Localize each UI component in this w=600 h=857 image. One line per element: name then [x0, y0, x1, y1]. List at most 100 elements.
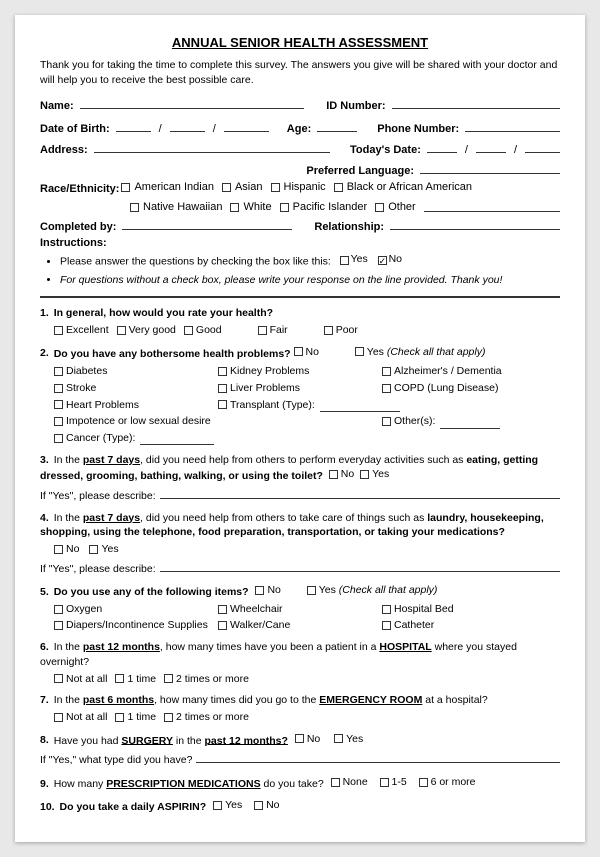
- dob-month[interactable]: [116, 118, 151, 132]
- q7-2-times[interactable]: 2 times or more: [164, 710, 249, 725]
- q10-yes[interactable]: Yes: [213, 798, 242, 813]
- q8-yes[interactable]: Yes: [334, 732, 363, 747]
- question-3: 3. In the past 7 days, did you need help…: [40, 453, 560, 504]
- q9-none[interactable]: None: [331, 775, 368, 790]
- cb-pacific-islander[interactable]: [280, 203, 289, 212]
- q7-not-at-all[interactable]: Not at all: [54, 710, 107, 725]
- q5-no[interactable]: No: [255, 583, 280, 598]
- opt-wheelchair[interactable]: Wheelchair: [218, 602, 378, 617]
- opt-catheter[interactable]: Catheter: [382, 618, 542, 633]
- q6-2-times[interactable]: 2 times or more: [164, 672, 249, 687]
- cb-asian[interactable]: [222, 183, 231, 192]
- opt-diabetes[interactable]: Diabetes: [54, 364, 214, 379]
- race-row-2: Native Hawaiian White Pacific Islander O…: [40, 198, 560, 214]
- instructions-list: Please answer the questions by checking …: [40, 252, 560, 288]
- q7-1-time[interactable]: 1 time: [115, 710, 156, 725]
- name-input[interactable]: [80, 95, 305, 109]
- todays-date-label: Today's Date:: [350, 144, 421, 156]
- race-pacific-islander[interactable]: Pacific Islander: [280, 201, 368, 213]
- opt-excellent[interactable]: Excellent: [54, 323, 109, 338]
- dob-year[interactable]: [224, 118, 269, 132]
- page-title: ANNUAL SENIOR HEALTH ASSESSMENT: [40, 35, 560, 50]
- race-other-input[interactable]: [424, 198, 560, 212]
- race-asian[interactable]: Asian: [222, 181, 263, 193]
- race-white[interactable]: White: [230, 201, 271, 213]
- dob-day[interactable]: [170, 118, 205, 132]
- race-native-hawaiian[interactable]: Native Hawaiian: [130, 201, 222, 213]
- q2-yes[interactable]: Yes (Check all that apply): [355, 345, 486, 360]
- opt-stroke[interactable]: Stroke: [54, 381, 214, 396]
- cb-american-indian[interactable]: [121, 183, 130, 192]
- opt-heart[interactable]: Heart Problems: [54, 398, 214, 413]
- opt-diapers[interactable]: Diapers/Incontinence Supplies: [54, 618, 214, 633]
- opt-others[interactable]: Other(s):: [382, 414, 582, 429]
- q1-options: Excellent Very good Good Fair Poor: [40, 323, 560, 338]
- id-number-input[interactable]: [392, 95, 560, 109]
- q10-no[interactable]: No: [254, 798, 279, 813]
- divider: [40, 296, 560, 298]
- q4-no[interactable]: No: [54, 542, 79, 557]
- opt-oxygen[interactable]: Oxygen: [54, 602, 214, 617]
- race-hispanic[interactable]: Hispanic: [271, 181, 326, 193]
- q8-no[interactable]: No: [295, 732, 320, 747]
- opt-kidney[interactable]: Kidney Problems: [218, 364, 378, 379]
- age-label: Age:: [287, 123, 311, 135]
- q6-1-time[interactable]: 1 time: [115, 672, 156, 687]
- address-date-row: Address: Today's Date: / /: [40, 139, 560, 156]
- q3-if-yes: If "Yes", please describe:: [40, 486, 560, 504]
- opt-fair[interactable]: Fair: [258, 323, 288, 338]
- opt-good[interactable]: Good: [184, 323, 222, 338]
- opt-hospital-bed[interactable]: Hospital Bed: [382, 602, 542, 617]
- date-day[interactable]: [476, 139, 506, 153]
- race-black[interactable]: Black or African American: [334, 181, 472, 193]
- preferred-lang-input[interactable]: [420, 160, 560, 174]
- q3-describe-input[interactable]: [160, 486, 560, 499]
- q4-describe-input[interactable]: [160, 559, 560, 572]
- q9-6-more[interactable]: 6 or more: [419, 775, 476, 790]
- q2-suboptions: Diabetes Kidney Problems Alzheimer's / D…: [40, 364, 560, 445]
- q4-if-yes: If "Yes", please describe:: [40, 559, 560, 577]
- relationship-input[interactable]: [390, 216, 560, 230]
- relationship-label: Relationship:: [314, 221, 384, 233]
- name-id-row: Name: ID Number:: [40, 95, 560, 112]
- q3-no[interactable]: No: [329, 467, 354, 482]
- example-no-box: [378, 256, 387, 265]
- opt-very-good[interactable]: Very good: [117, 323, 176, 338]
- date-year[interactable]: [525, 139, 560, 153]
- race-american-indian[interactable]: American Indian: [121, 181, 214, 193]
- opt-copd[interactable]: COPD (Lung Disease): [382, 381, 582, 396]
- dob-phone-row: Date of Birth: / / Age: Phone Number:: [40, 118, 560, 135]
- phone-input[interactable]: [465, 118, 560, 132]
- q9-1-5[interactable]: 1-5: [380, 775, 407, 790]
- opt-alzheimers[interactable]: Alzheimer's / Dementia: [382, 364, 582, 379]
- opt-impotence[interactable]: Impotence or low sexual desire: [54, 414, 378, 429]
- instruction-1: Please answer the questions by checking …: [60, 252, 560, 270]
- q2-no[interactable]: No: [294, 345, 319, 360]
- cb-white[interactable]: [230, 203, 239, 212]
- q4-yes[interactable]: Yes: [89, 542, 118, 557]
- race-other[interactable]: Other: [375, 201, 416, 213]
- cb-other[interactable]: [375, 203, 384, 212]
- q6-options: Not at all 1 time 2 times or more: [40, 672, 560, 687]
- address-input[interactable]: [94, 139, 330, 153]
- opt-walker[interactable]: Walker/Cane: [218, 618, 378, 633]
- q3-yes[interactable]: Yes: [360, 467, 389, 482]
- cb-hispanic[interactable]: [271, 183, 280, 192]
- name-label: Name:: [40, 100, 74, 112]
- question-2: 2. Do you have any bothersome health pro…: [40, 345, 560, 446]
- completed-by-input[interactable]: [122, 216, 292, 230]
- opt-transplant[interactable]: Transplant (Type):: [218, 398, 582, 413]
- q5-yes[interactable]: Yes (Check all that apply): [307, 583, 438, 598]
- opt-poor[interactable]: Poor: [324, 323, 358, 338]
- q8-describe-input[interactable]: [196, 750, 560, 763]
- completed-by-label: Completed by:: [40, 221, 116, 233]
- opt-cancer[interactable]: Cancer (Type):: [54, 431, 214, 446]
- date-month[interactable]: [427, 139, 457, 153]
- q8-if-yes: If "Yes," what type did you have?: [40, 750, 560, 768]
- age-input[interactable]: [317, 118, 357, 132]
- cb-native-hawaiian[interactable]: [130, 203, 139, 212]
- cb-black[interactable]: [334, 183, 343, 192]
- q6-not-at-all[interactable]: Not at all: [54, 672, 107, 687]
- opt-liver[interactable]: Liver Problems: [218, 381, 378, 396]
- page: ANNUAL SENIOR HEALTH ASSESSMENT Thank yo…: [15, 15, 585, 842]
